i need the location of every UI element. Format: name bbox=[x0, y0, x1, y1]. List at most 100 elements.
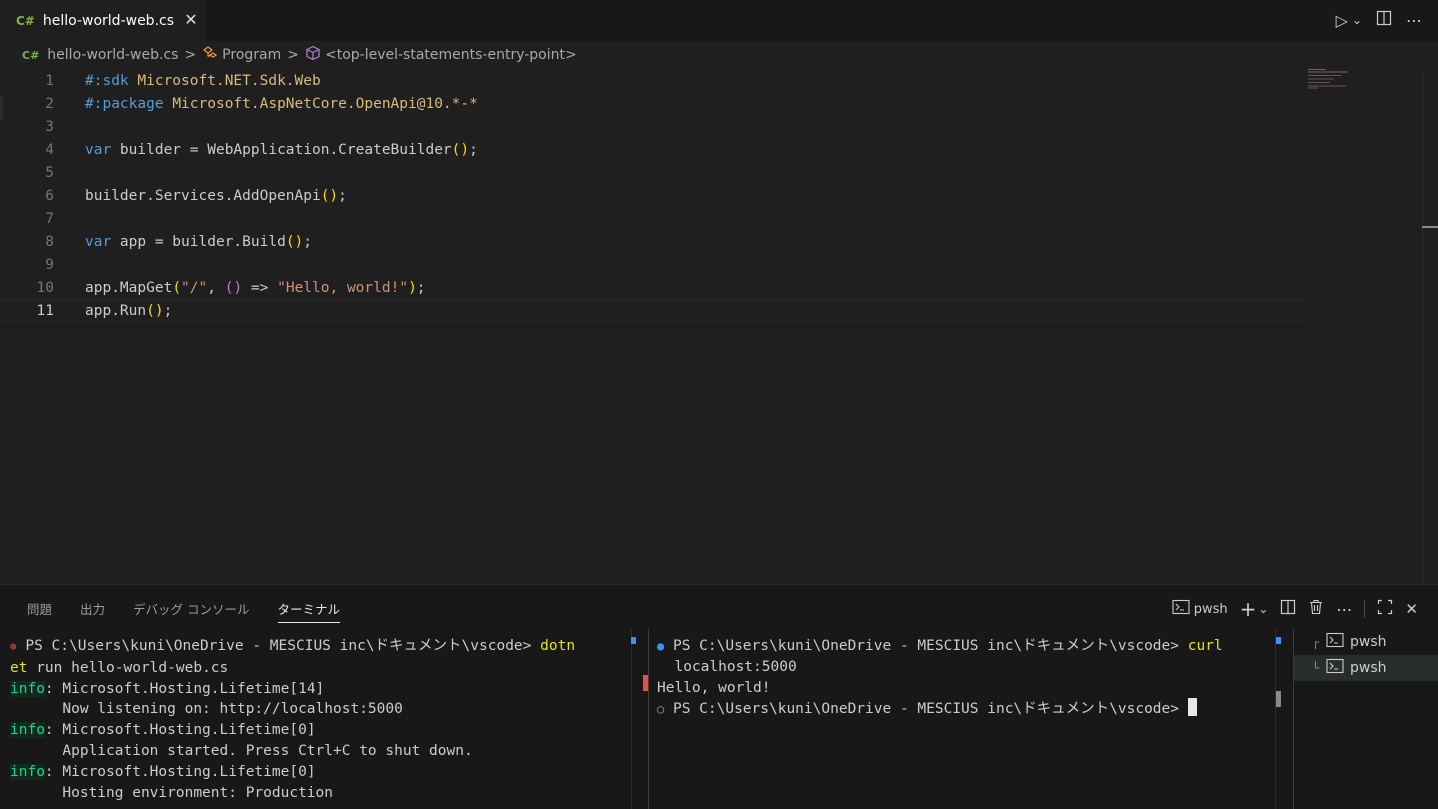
tab-terminal[interactable]: ターミナル bbox=[277, 599, 341, 623]
log-level-info: info bbox=[10, 680, 45, 697]
class-icon bbox=[202, 46, 218, 64]
add-terminal-icon[interactable]: + bbox=[1240, 597, 1257, 621]
trash-icon[interactable] bbox=[1308, 599, 1324, 619]
code-line[interactable]: 7 bbox=[0, 207, 1305, 230]
line-number: 6 bbox=[45, 187, 54, 204]
toolbar-divider bbox=[1364, 600, 1366, 618]
csharp-file-icon: C# bbox=[16, 13, 35, 28]
code-line[interactable]: 3 bbox=[0, 115, 1305, 138]
tab-output[interactable]: 出力 bbox=[80, 599, 105, 623]
terminal-scrollbar[interactable] bbox=[1275, 629, 1281, 809]
pending-dot-icon: ○ bbox=[657, 702, 665, 717]
code-line[interactable]: 10 app.MapGet("/", () => "Hello, world!"… bbox=[0, 276, 1305, 299]
scrollbar-marker bbox=[1276, 637, 1281, 644]
code-text: ; bbox=[163, 302, 173, 319]
terminal-text: Hosting environment: Production bbox=[10, 784, 334, 801]
code-line[interactable]: 6 builder.Services.AddOpenApi(); bbox=[0, 184, 1305, 207]
scrollbar-thumb[interactable] bbox=[1276, 691, 1281, 707]
close-icon[interactable]: ✕ bbox=[182, 10, 200, 29]
terminal-text: : Microsoft.Hosting.Lifetime[0] bbox=[44, 722, 316, 739]
code-text: builder.Services.AddOpenApi bbox=[85, 187, 321, 204]
terminal-prompt: PS C:\Users\kuni\OneDrive - MESCIUS inc\… bbox=[25, 638, 541, 654]
close-panel-icon[interactable]: ✕ bbox=[1405, 600, 1418, 618]
terminal-list-item[interactable]: ┌ pwsh bbox=[1294, 629, 1438, 655]
terminal-right[interactable]: ● PS C:\Users\kuni\OneDrive - MESCIUS in… bbox=[657, 636, 1272, 809]
code-line-current[interactable]: 11 app.Run(); bbox=[0, 299, 1305, 322]
panel-tabs: 問題 出力 デバッグ コンソール ターミナル bbox=[27, 599, 368, 623]
terminal-left[interactable]: ⊗ PS C:\Users\kuni\OneDrive - MESCIUS in… bbox=[10, 636, 630, 809]
line-number: 2 bbox=[45, 95, 54, 112]
tab-debug-console[interactable]: デバッグ コンソール bbox=[133, 599, 249, 623]
directive-keyword: #:sdk bbox=[85, 72, 129, 89]
code-line[interactable]: 9 bbox=[0, 253, 1305, 276]
line-number: 11 bbox=[36, 302, 54, 319]
code-text: ; bbox=[469, 141, 478, 158]
more-actions-icon[interactable]: ⋯ bbox=[1406, 11, 1422, 30]
code-text: ; bbox=[416, 279, 426, 296]
scrollbar-marker bbox=[631, 637, 636, 644]
code-line[interactable]: 1 #:sdk Microsoft.NET.Sdk.Web bbox=[0, 69, 1305, 92]
bottom-panel: 問題 出力 デバッグ コンソール ターミナル pwsh + ⌄ ⋯ ✕ ⊗ PS… bbox=[0, 584, 1438, 809]
split-terminal-icon[interactable] bbox=[1280, 599, 1296, 619]
string-literal: "Hello, world!" bbox=[277, 279, 409, 296]
code-text: app.MapGet bbox=[85, 279, 173, 296]
terminal-list-label: pwsh bbox=[1350, 634, 1387, 650]
terminal-command: dotn bbox=[540, 638, 576, 654]
terminal-icon bbox=[1326, 632, 1344, 652]
terminal-split-divider[interactable] bbox=[648, 629, 649, 809]
tree-connector: ┌ bbox=[1312, 635, 1320, 649]
panel-actions: pwsh + ⌄ ⋯ ✕ bbox=[1172, 597, 1418, 621]
terminal-icon[interactable] bbox=[1172, 599, 1190, 619]
breadcrumb-class[interactable]: Program bbox=[222, 47, 281, 63]
terminal-list: ┌ pwsh └ pwsh bbox=[1294, 629, 1438, 681]
terminal-text: : Microsoft.Hosting.Lifetime[0] bbox=[44, 763, 316, 780]
error-icon: ⊗ bbox=[10, 640, 17, 653]
editor-tab-bar: C# hello-world-web.cs ✕ ▷ ⌄ ⋯ bbox=[0, 0, 1438, 41]
code-editor[interactable]: 1 #:sdk Microsoft.NET.Sdk.Web 2 #:packag… bbox=[0, 69, 1438, 584]
tree-connector: └ bbox=[1312, 661, 1320, 675]
terminal-prompt: PS C:\Users\kuni\OneDrive - MESCIUS inc\… bbox=[672, 701, 1188, 718]
terminal-text: localhost:5000 bbox=[674, 658, 797, 675]
keyword: var bbox=[85, 141, 112, 158]
code-text: app = builder.Build bbox=[111, 233, 286, 250]
chevron-down-icon[interactable]: ⌄ bbox=[1352, 13, 1362, 27]
breadcrumb-file[interactable]: hello-world-web.cs bbox=[47, 47, 178, 63]
breadcrumb-entry-point[interactable]: <top-level-statements-entry-point> bbox=[325, 47, 577, 63]
directive-keyword: #:package bbox=[85, 95, 164, 112]
line-number: 8 bbox=[45, 233, 54, 250]
terminal-text: : Microsoft.Hosting.Lifetime[14] bbox=[44, 680, 325, 697]
code-line[interactable]: 2 #:package Microsoft.AspNetCore.OpenApi… bbox=[0, 92, 1305, 115]
tab-hello-world-web[interactable]: C# hello-world-web.cs ✕ bbox=[0, 0, 206, 41]
shell-label[interactable]: pwsh bbox=[1194, 602, 1228, 617]
scrollbar-cursor-marker bbox=[1422, 226, 1438, 228]
more-actions-icon[interactable]: ⋯ bbox=[1336, 600, 1352, 619]
editor-actions: ▷ ⌄ ⋯ bbox=[1336, 10, 1422, 30]
run-icon[interactable]: ▷ bbox=[1336, 11, 1348, 30]
editor-scrollbar[interactable] bbox=[1422, 69, 1438, 584]
maximize-icon[interactable] bbox=[1377, 599, 1393, 619]
minimap[interactable] bbox=[1308, 69, 1423, 99]
paren: () bbox=[451, 141, 470, 158]
line-number: 1 bbox=[45, 72, 54, 89]
terminal-list-item-active[interactable]: └ pwsh bbox=[1294, 655, 1438, 681]
line-number: 5 bbox=[45, 164, 54, 181]
success-dot-icon: ● bbox=[657, 639, 665, 653]
terminal-text: Application started. Press Ctrl+C to shu… bbox=[10, 742, 473, 759]
code-line[interactable]: 5 bbox=[0, 161, 1305, 184]
code-text: app.Run bbox=[85, 302, 147, 319]
directive-value: Microsoft.NET.Sdk.Web bbox=[137, 72, 321, 89]
code-line[interactable]: 8 var app = builder.Build(); bbox=[0, 230, 1305, 253]
split-editor-icon[interactable] bbox=[1376, 10, 1392, 30]
terminal-prompt: PS C:\Users\kuni\OneDrive - MESCIUS inc\… bbox=[672, 638, 1188, 654]
chevron-down-icon[interactable]: ⌄ bbox=[1258, 602, 1268, 616]
paren: () bbox=[320, 187, 339, 204]
code-line[interactable]: 4 var builder = WebApplication.CreateBui… bbox=[0, 138, 1305, 161]
paren: ) bbox=[408, 279, 417, 296]
terminal-text: Now listening on: http://localhost:5000 bbox=[10, 701, 403, 718]
tab-problems[interactable]: 問題 bbox=[27, 599, 52, 623]
paren: () bbox=[224, 279, 243, 296]
log-level-info: info bbox=[10, 763, 45, 780]
code-text: , bbox=[207, 279, 225, 296]
tab-label: hello-world-web.cs bbox=[42, 12, 175, 29]
terminal-scrollbar[interactable] bbox=[631, 629, 637, 809]
